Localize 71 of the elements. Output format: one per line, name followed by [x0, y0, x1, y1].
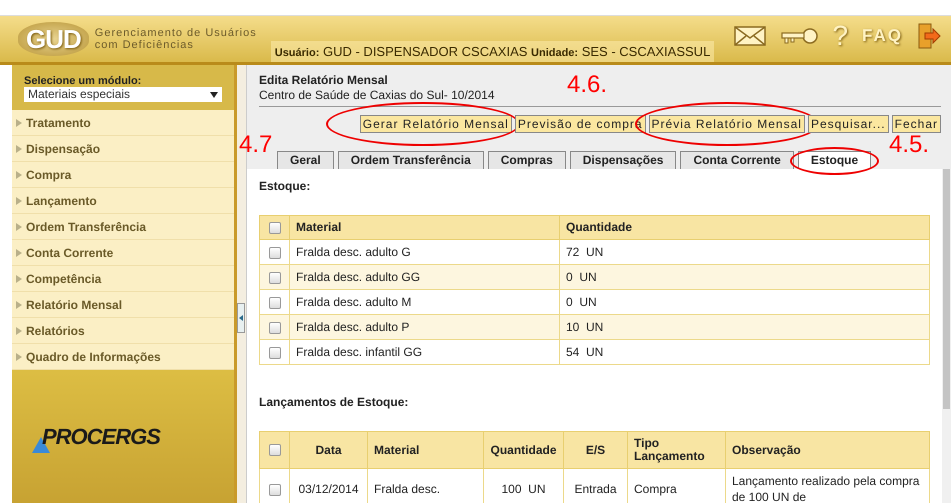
scroll-thumb[interactable]	[943, 169, 950, 409]
checkbox[interactable]	[268, 296, 280, 309]
triangle-icon	[16, 196, 22, 204]
app-name: com Deficiências	[94, 39, 195, 51]
triangle-icon	[16, 118, 22, 126]
tab[interactable]: Ordem Transferência	[338, 151, 484, 169]
checkbox[interactable]	[268, 346, 280, 359]
column-header: Quantidade	[484, 432, 564, 468]
annotation-label: 4.7	[239, 133, 272, 157]
menu-item[interactable]: Relatórios	[12, 318, 234, 344]
section-heading: Estoque:	[259, 178, 312, 195]
checkbox[interactable]	[268, 246, 280, 259]
column-header: Material	[290, 216, 560, 240]
tab[interactable]: Compras	[488, 151, 566, 169]
column-header: Quantidade	[560, 216, 930, 240]
column-header: Material	[368, 432, 484, 468]
checkbox[interactable]	[268, 222, 280, 234]
column-header: Data	[290, 432, 368, 468]
table-cell: 0 UN	[560, 264, 930, 290]
table-cell: 54 UN	[560, 340, 930, 364]
toolbar-button[interactable]: Pesquisar...	[808, 115, 889, 133]
table-cell: Fralda desc. adulto P	[290, 314, 560, 340]
caret-icon	[210, 92, 218, 98]
checkbox[interactable]	[268, 484, 280, 496]
exit-icon[interactable]	[917, 23, 941, 49]
menu-item[interactable]: Conta Corrente	[12, 240, 234, 266]
menu-item[interactable]: Competência	[12, 266, 234, 292]
tab[interactable]: Conta Corrente	[680, 151, 794, 169]
checkbox[interactable]	[268, 444, 280, 456]
company-logo: PROCERGS	[32, 420, 160, 453]
menu-item[interactable]: Relatório Mensal	[12, 292, 234, 318]
menu-item[interactable]: Tratamento	[12, 110, 234, 136]
triangle-icon	[16, 274, 22, 282]
triangle-icon	[16, 352, 22, 360]
table-cell: Fralda desc. infantil GG	[290, 340, 560, 364]
mail-icon[interactable]	[734, 25, 766, 47]
triangle-icon	[16, 144, 22, 152]
table-cell: Fralda desc. adulto GG	[290, 264, 560, 290]
app-name: Gerenciamento de Usuários	[94, 27, 257, 39]
menu-item[interactable]: Ordem Transferência	[12, 214, 234, 240]
collapse-handle[interactable]	[237, 303, 245, 333]
scrollbar[interactable]	[942, 169, 951, 503]
app-logo: GUD	[18, 22, 89, 56]
tab[interactable]: Geral	[277, 151, 334, 169]
checkbox[interactable]	[268, 322, 280, 334]
tab[interactable]: Estoque	[798, 151, 872, 169]
arrow-icon[interactable]	[239, 315, 243, 321]
column-header: E/S	[564, 432, 628, 468]
key-icon[interactable]	[780, 26, 818, 46]
triangle-icon	[16, 170, 22, 178]
tab[interactable]: Dispensações	[570, 151, 676, 169]
toolbar-button[interactable]: Gerar Relatório Mensal	[360, 115, 512, 133]
toolbar-button[interactable]: Prévia Relatório Mensal	[648, 115, 805, 133]
menu-item[interactable]: Dispensação	[12, 136, 234, 162]
triangle-icon	[16, 222, 22, 230]
annotation-label: 4.5.	[889, 133, 930, 157]
triangle-icon	[16, 248, 22, 256]
toolbar-button[interactable]: Fechar	[892, 115, 941, 133]
user-info: Usuário: GUD - DISPENSADOR CSCAXIAS Unidade: SES - CSCAXIASSUL	[270, 40, 714, 62]
table-cell: 10 UN	[560, 314, 930, 340]
triangle-icon	[16, 326, 22, 334]
menu-item[interactable]: Compra	[12, 162, 234, 188]
column-header: Observação	[726, 432, 930, 468]
section-heading: Lançamentos de Estoque:	[259, 394, 410, 411]
page-title: Edita Relatório Mensal	[259, 74, 388, 87]
module-label: Selecione um módulo:	[24, 75, 142, 87]
triangle-icon	[16, 300, 22, 308]
checkbox[interactable]	[268, 272, 280, 284]
module-select[interactable]: Materiais especiais	[24, 87, 222, 102]
column-header: Tipo Lançamento	[628, 432, 726, 468]
menu-item[interactable]: Lançamento	[12, 188, 234, 214]
